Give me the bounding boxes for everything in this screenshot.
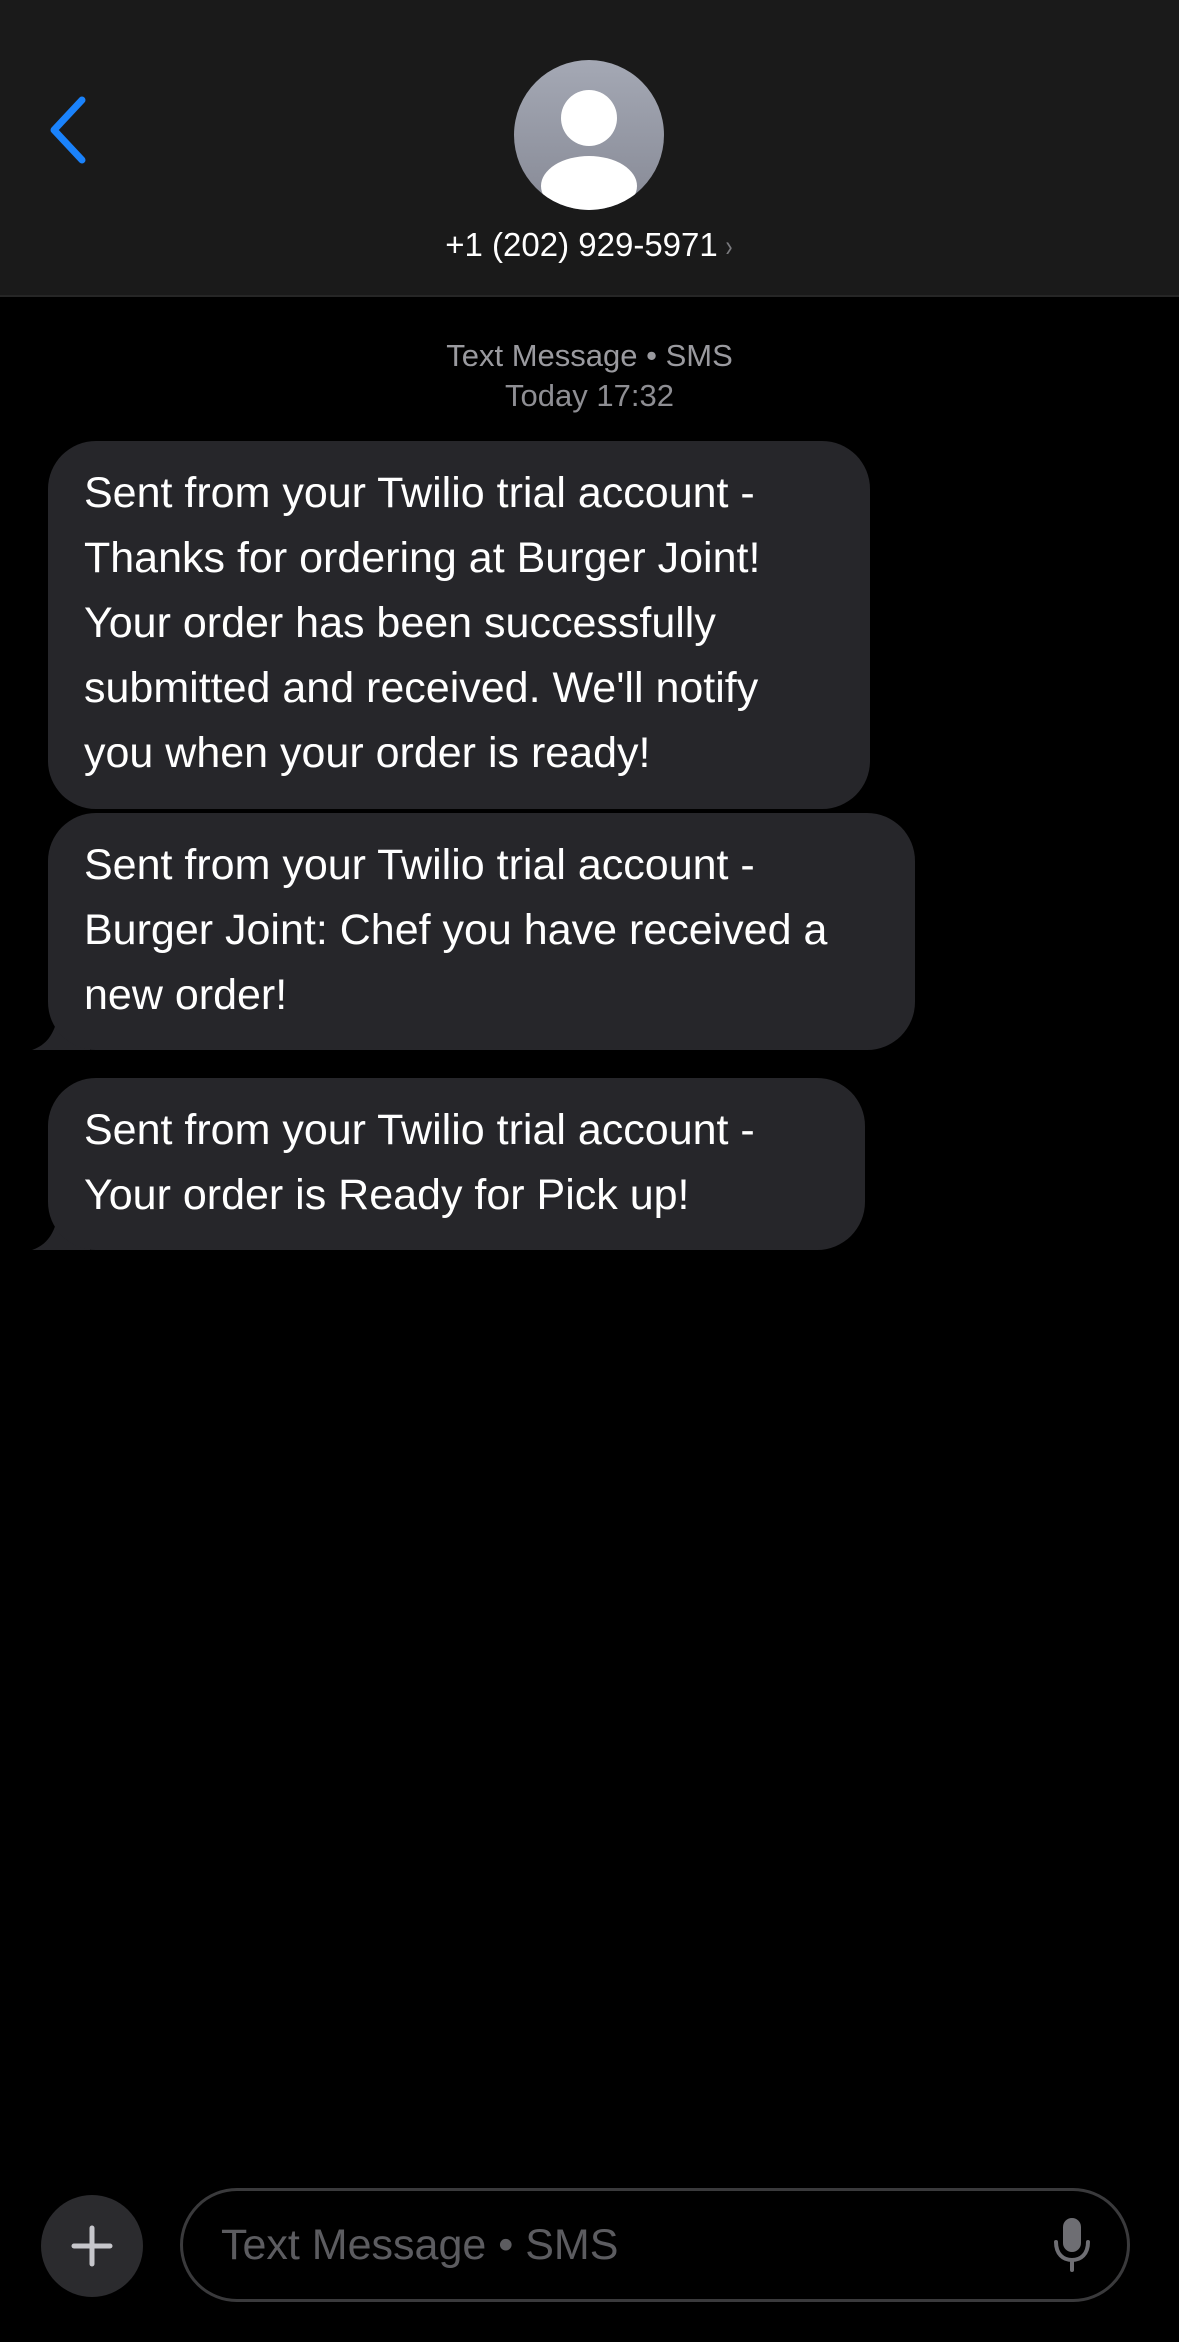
thread-timestamp: Today 17:32 [505, 378, 674, 413]
plus-icon [71, 2225, 113, 2267]
conversation-header: +1 (202) 929-5971 › [0, 0, 1179, 297]
person-icon [541, 90, 637, 210]
message-bubble[interactable]: Sent from your Twilio trial account - Bu… [48, 813, 915, 1050]
message-input[interactable]: Text Message • SMS [180, 2188, 1130, 2302]
message-bubble[interactable]: Sent from your Twilio trial account - Th… [48, 441, 870, 809]
service-label: Text Message • SMS [446, 338, 733, 373]
contact-phone-number: +1 (202) 929-5971 [445, 226, 718, 263]
dictation-button[interactable] [1047, 2213, 1097, 2277]
chevron-left-icon [50, 96, 86, 164]
thread-meta: Text Message • SMS Today 17:32 [0, 336, 1179, 416]
chevron-right-icon: › [725, 230, 733, 263]
message-bubble[interactable]: Sent from your Twilio trial account - Yo… [48, 1078, 865, 1250]
contact-avatar[interactable] [514, 60, 664, 210]
message-input-placeholder: Text Message • SMS [221, 2221, 619, 2269]
apps-plus-button[interactable] [41, 2195, 143, 2297]
back-button[interactable] [38, 90, 98, 170]
contact-name-button[interactable]: +1 (202) 929-5971 › [0, 226, 1179, 264]
microphone-icon [1054, 2218, 1090, 2272]
